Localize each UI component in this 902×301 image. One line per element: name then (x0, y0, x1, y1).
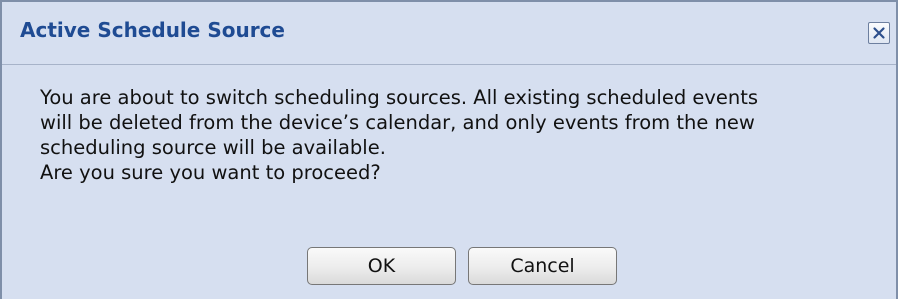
message-line: Are you sure you want to proceed? (40, 161, 381, 184)
close-icon (873, 27, 885, 39)
close-button[interactable] (868, 22, 890, 44)
confirm-dialog: Active Schedule Source You are about to … (0, 0, 898, 299)
message-line: will be deleted from the device’s calend… (40, 111, 755, 134)
dialog-button-row: OK Cancel (2, 247, 896, 287)
dialog-title-bar: Active Schedule Source (2, 2, 896, 65)
cancel-button[interactable]: Cancel (468, 247, 617, 285)
dialog-title: Active Schedule Source (20, 18, 285, 42)
dialog-message: You are about to switch scheduling sourc… (40, 85, 870, 185)
message-line: scheduling source will be available. (40, 136, 386, 159)
ok-button[interactable]: OK (307, 247, 456, 285)
message-line: You are about to switch scheduling sourc… (40, 86, 759, 109)
